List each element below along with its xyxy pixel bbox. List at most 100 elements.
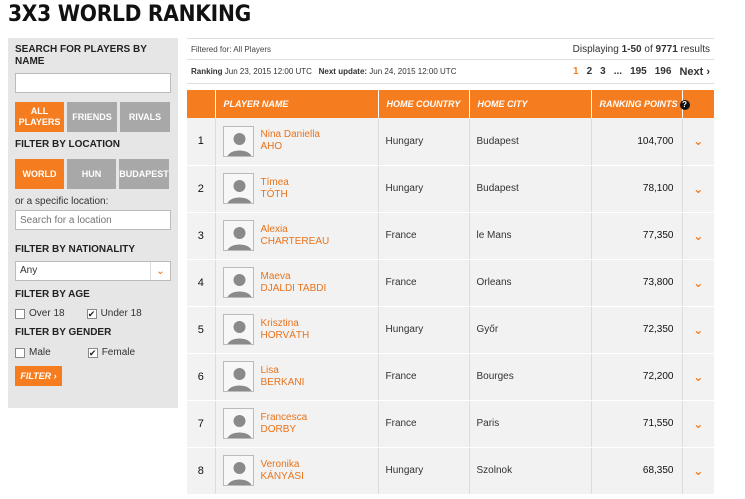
location-search-input[interactable] <box>15 210 171 230</box>
all-players-button[interactable]: ALL PLAYERS <box>15 102 64 132</box>
home-city-column-header[interactable]: HOME CITY <box>469 90 592 118</box>
expand-row-button[interactable]: ⌄ <box>682 165 714 213</box>
avatar[interactable] <box>222 125 254 157</box>
default-avatar-icon <box>223 362 253 391</box>
player-name-link[interactable]: Lisa BERKANI <box>261 365 305 389</box>
checkbox-under-18[interactable]: ✔ <box>86 308 97 319</box>
ranking-points-column-header[interactable]: RANKING POINTS? <box>591 90 690 118</box>
gender-female-label: Female <box>101 347 136 358</box>
avatar[interactable] <box>222 361 254 392</box>
nationality-selected-value: Any <box>20 265 38 276</box>
home-country-cell: France <box>378 212 470 260</box>
avatar[interactable] <box>222 408 254 439</box>
pagination-ellipsis: ... <box>613 66 623 77</box>
player-first-name: Veronika <box>260 458 300 470</box>
page-link-196[interactable]: 196 <box>655 66 672 77</box>
player-first-name: Nina Daniella <box>260 129 320 141</box>
rivals-button[interactable]: RIVALS <box>120 102 170 132</box>
page-link-1[interactable]: 1 <box>573 66 579 77</box>
player-cell: Maeva DJALDI TABDI <box>215 259 379 307</box>
player-last-name: CHARTEREAU <box>260 235 330 247</box>
page-link-3[interactable]: 3 <box>600 66 606 77</box>
expand-row-button[interactable]: ⌄ <box>682 400 714 448</box>
next-page-link[interactable]: Next › <box>679 66 710 78</box>
page-link-195[interactable]: 195 <box>630 66 647 77</box>
default-avatar-icon <box>223 174 253 203</box>
filter-button[interactable]: FILTER › <box>15 366 62 386</box>
home-country-cell: Hungary <box>378 447 470 495</box>
nationality-select[interactable]: Any ⌄ <box>15 261 171 281</box>
gender-male-label: Male <box>29 347 51 358</box>
expand-row-button[interactable]: ⌄ <box>682 353 714 401</box>
gender-female-option[interactable]: ✔ Female <box>87 347 136 358</box>
rank-cell: 5 <box>187 306 216 354</box>
checkbox-male[interactable] <box>15 347 25 358</box>
avatar[interactable] <box>222 267 254 298</box>
table-row[interactable]: 4 Maeva DJALDI TABDI France Orleans 73,8… <box>187 259 714 307</box>
ranking-points-cell: 72,350 <box>591 306 683 354</box>
player-name-link[interactable]: Maeva DJALDI TABDI <box>261 271 327 295</box>
default-avatar-icon <box>223 456 253 485</box>
table-row[interactable]: 5 Krisztina HORVÁTH Hungary Győr 72,350 … <box>187 306 714 354</box>
ranking-table: PLAYER NAME HOME COUNTRY HOME CITY RANKI… <box>187 90 714 495</box>
expand-row-button[interactable]: ⌄ <box>682 259 714 307</box>
table-row[interactable]: 7 Francesca DORBY France Paris 71,550 ⌄ <box>187 400 714 448</box>
table-row[interactable]: 3 Alexia CHARTEREAU France le Mans 77,35… <box>187 212 714 260</box>
expand-row-button[interactable]: ⌄ <box>682 306 714 354</box>
table-row[interactable]: 6 Lisa BERKANI France Bourges 72,200 ⌄ <box>187 353 714 401</box>
ranking-points-cell: 78,100 <box>591 165 683 213</box>
age-options: Over 18 ✔ Under 18 <box>15 308 171 319</box>
location-budapest-button[interactable]: BUDAPEST <box>119 159 169 189</box>
player-last-name: BERKANI <box>260 376 305 388</box>
table-row[interactable]: 8 Veronika KÁNYÁSI Hungary Szolnok 68,35… <box>187 447 714 495</box>
player-cell: Lisa BERKANI <box>215 353 379 401</box>
friends-button[interactable]: FRIENDS <box>67 102 117 132</box>
player-cell: Francesca DORBY <box>215 400 379 448</box>
player-name-link[interactable]: Alexia CHARTEREAU <box>261 224 330 248</box>
player-cell: Veronika KÁNYÁSI <box>215 447 379 495</box>
help-icon[interactable]: ? <box>679 99 690 110</box>
player-name-link[interactable]: Tímea TÓTH <box>261 177 289 201</box>
player-name-link[interactable]: Francesca DORBY <box>261 412 308 436</box>
player-type-buttons: ALL PLAYERS FRIENDS RIVALS <box>15 102 171 132</box>
age-over-18-option[interactable]: Over 18 <box>15 308 65 319</box>
player-first-name: Alexia <box>260 223 288 235</box>
home-country-cell: France <box>378 259 470 307</box>
home-city-cell: Győr <box>469 306 592 354</box>
player-name-link[interactable]: Krisztina HORVÁTH <box>261 318 310 342</box>
player-cell: Krisztina HORVÁTH <box>215 306 379 354</box>
search-heading: SEARCH FOR PLAYERS BY NAME <box>15 44 147 67</box>
rank-cell: 1 <box>187 118 216 166</box>
expand-row-button[interactable]: ⌄ <box>682 212 714 260</box>
nationality-heading: FILTER BY NATIONALITY <box>15 244 135 255</box>
avatar[interactable] <box>222 455 254 486</box>
home-country-cell: Hungary <box>378 306 470 354</box>
avatar[interactable] <box>222 220 254 251</box>
ranking-points-cell: 77,350 <box>591 212 683 260</box>
table-row[interactable]: 1 Nina Daniella AHO Hungary Budapest 104… <box>187 118 714 166</box>
location-world-button[interactable]: WORLD <box>15 159 64 189</box>
table-row[interactable]: 2 Tímea TÓTH Hungary Budapest 78,100 ⌄ <box>187 165 714 213</box>
home-city-cell: Bourges <box>469 353 592 401</box>
age-under-18-option[interactable]: ✔ Under 18 <box>86 308 142 319</box>
checkbox-over-18[interactable] <box>15 308 25 319</box>
player-name-link[interactable]: Nina Daniella AHO <box>261 129 320 153</box>
page-link-2[interactable]: 2 <box>587 66 593 77</box>
player-search-input[interactable] <box>15 73 171 93</box>
expand-row-button[interactable]: ⌄ <box>682 118 714 166</box>
home-city-cell: Paris <box>469 400 592 448</box>
player-last-name: TÓTH <box>260 188 288 200</box>
player-name-link[interactable]: Veronika KÁNYÁSI <box>261 459 304 483</box>
home-country-cell: France <box>378 353 470 401</box>
home-country-column-header[interactable]: HOME COUNTRY <box>378 90 470 118</box>
location-hun-button[interactable]: HUN <box>67 159 116 189</box>
avatar[interactable] <box>222 173 254 204</box>
chevron-down-icon: ⌄ <box>693 228 704 243</box>
age-heading: FILTER BY AGE <box>15 289 90 300</box>
gender-male-option[interactable]: Male <box>15 347 51 358</box>
expand-row-button[interactable]: ⌄ <box>682 447 714 495</box>
player-first-name: Tímea <box>260 176 289 188</box>
player-name-column-header[interactable]: PLAYER NAME <box>215 90 379 118</box>
avatar[interactable] <box>222 314 254 345</box>
checkbox-female[interactable]: ✔ <box>87 347 98 358</box>
